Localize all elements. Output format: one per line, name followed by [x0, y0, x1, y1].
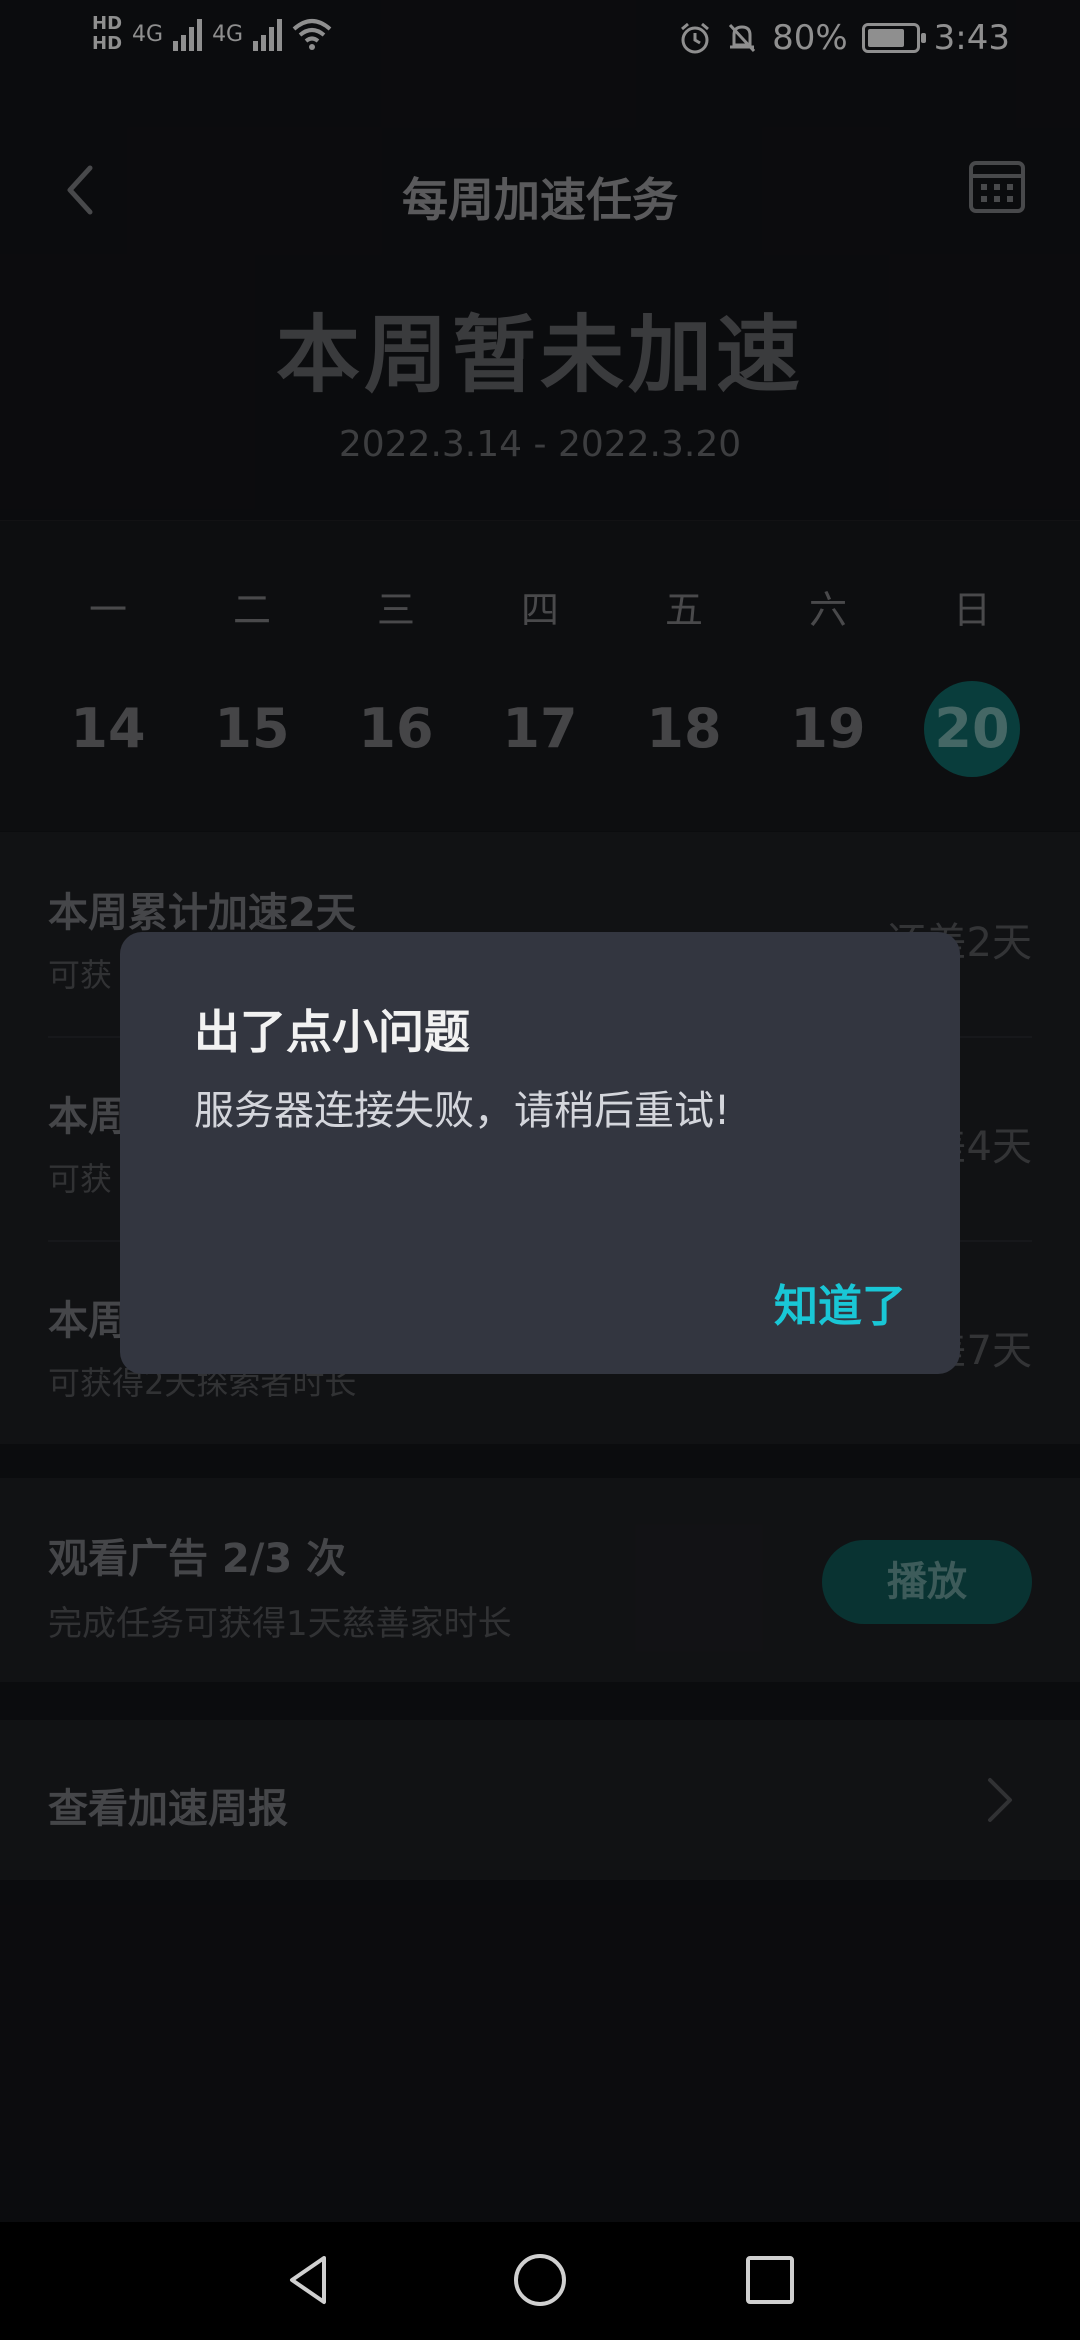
error-dialog: 出了点小问题 服务器连接失败，请稍后重试! 知道了 — [120, 932, 960, 1374]
system-nav-bar — [0, 2222, 1080, 2340]
nav-back-icon[interactable] — [284, 2252, 334, 2308]
nav-home-icon[interactable] — [512, 2252, 568, 2308]
dialog-title: 出了点小问题 — [194, 1005, 470, 1059]
nav-recents-icon[interactable] — [744, 2252, 796, 2308]
dialog-message: 服务器连接失败，请稍后重试! — [194, 1088, 731, 1134]
confirm-button[interactable]: 知道了 — [774, 1270, 906, 1334]
app-screen: HD HD 4G 4G 80% 3:43 每周加速任务 本周暂未加速 2022.… — [0, 0, 1080, 2340]
